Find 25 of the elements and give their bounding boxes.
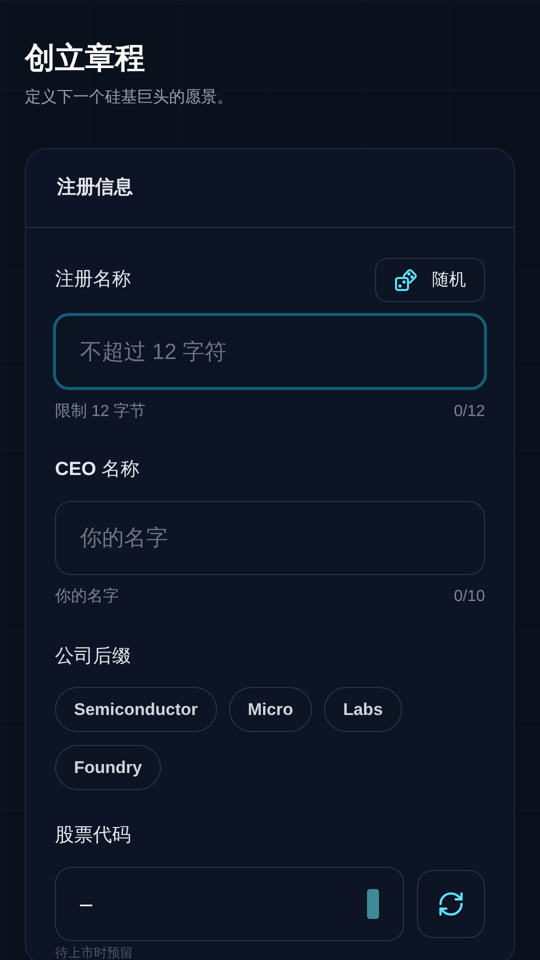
page-subtitle: 定义下一个硅基巨头的愿景。: [25, 88, 234, 108]
field-label: 股票代码: [55, 825, 131, 846]
card-title: 注册信息: [57, 176, 133, 200]
cursor-bar: [367, 888, 379, 918]
hint-text: 待上市时预留: [55, 944, 133, 960]
refresh-button[interactable]: [417, 870, 485, 938]
page-title: 创立章程: [25, 41, 146, 77]
field-label: 注册名称: [55, 268, 131, 292]
random-button[interactable]: 随机: [375, 258, 485, 302]
suffix-chip[interactable]: Micro: [228, 687, 312, 732]
input-field[interactable]: 不超过 12 字符: [53, 313, 487, 390]
suffix-chip[interactable]: Semiconductor: [55, 687, 217, 732]
refresh-icon: [437, 890, 465, 918]
ticker-field[interactable]: –: [55, 866, 404, 940]
ticker-value: –: [80, 890, 92, 918]
field-label: CEO 名称: [55, 459, 140, 480]
suffix-chip[interactable]: Labs: [324, 687, 402, 732]
hint-text: 你的名字: [55, 586, 119, 606]
input-field[interactable]: 你的名字: [55, 500, 485, 574]
suffix-chip[interactable]: Foundry: [55, 745, 161, 790]
hint-text: 限制 12 字节: [55, 402, 146, 422]
character-count: 0/12: [454, 402, 485, 422]
dice-icon: [394, 268, 418, 292]
field-label: 公司后缀: [55, 646, 131, 666]
character-count: 0/10: [454, 586, 485, 606]
